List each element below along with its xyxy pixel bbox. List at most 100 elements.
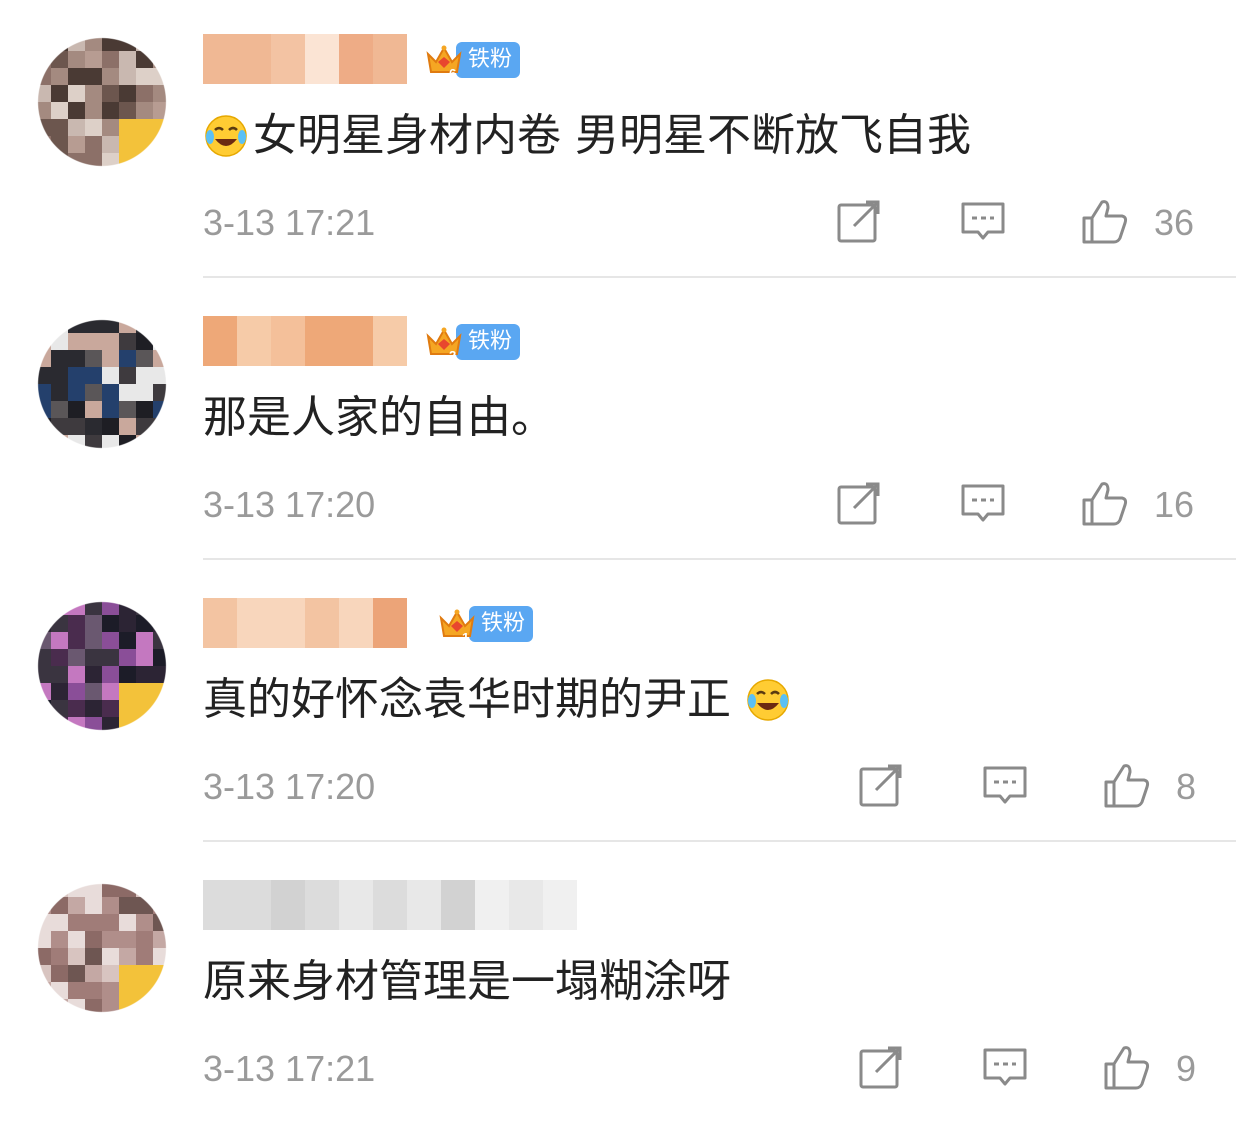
avatar-pixel: [153, 85, 170, 102]
avatar-pixel: [34, 666, 51, 683]
comment-text: 那是人家的自由。: [203, 388, 555, 448]
avatar-pixel: [34, 615, 51, 632]
avatar-pixel: [136, 418, 153, 435]
fan-badge[interactable]: 1 铁粉: [437, 604, 534, 644]
username-blurred[interactable]: [203, 34, 407, 84]
username-pixel: [475, 880, 509, 930]
avatar-pixel: [153, 136, 170, 153]
thumbs-up-icon[interactable]: [1102, 760, 1152, 810]
share-icon[interactable]: [834, 478, 884, 528]
avatar-pixel: [68, 418, 85, 435]
avatar-pixel: [34, 717, 51, 734]
avatar-pixel: [51, 102, 68, 119]
avatar-pixel: [51, 880, 68, 897]
avatar-pixel: [85, 982, 102, 999]
like-count: 9: [1176, 1048, 1197, 1089]
avatar-pixel: [51, 632, 68, 649]
share-icon[interactable]: [856, 760, 906, 810]
avatar-pixel: [119, 700, 136, 717]
avatar-pixel: [51, 68, 68, 85]
avatar-pixel: [85, 136, 102, 153]
avatar-pixel: [51, 683, 68, 700]
avatar-pixel: [68, 316, 85, 333]
comment-icon[interactable]: [958, 478, 1008, 528]
share-icon[interactable]: [834, 196, 884, 246]
username-pixel: [305, 316, 339, 366]
avatar-pixel: [136, 880, 153, 897]
like-count: 16: [1154, 484, 1195, 525]
avatar-pixel: [85, 880, 102, 897]
thumbs-up-icon[interactable]: [1080, 478, 1130, 528]
avatar-pixel: [85, 85, 102, 102]
avatar-pixel: [153, 401, 170, 418]
avatar-pixel: [153, 666, 170, 683]
comment-text-content: 女明星身材内卷 男明星不断放飞自我: [253, 110, 971, 161]
divider: [203, 276, 1236, 278]
avatar-pixel: [136, 136, 153, 153]
username-blurred[interactable]: [203, 316, 407, 366]
comment-icon[interactable]: [980, 1042, 1030, 1092]
fan-badge-label: 铁粉: [456, 324, 521, 360]
avatar[interactable]: [34, 880, 170, 1016]
avatar-pixel: [85, 153, 102, 170]
avatar-pixel: [85, 598, 102, 615]
avatar-pixel: [102, 136, 119, 153]
avatar-pixel: [119, 598, 136, 615]
avatar-pixel: [102, 119, 119, 136]
avatar-pixel: [85, 965, 102, 982]
username-pixel: [509, 880, 543, 930]
avatar-pixel: [34, 982, 51, 999]
avatar-pixel: [51, 333, 68, 350]
avatar-pixel: [153, 948, 170, 965]
avatar[interactable]: [34, 34, 170, 170]
comment-item: 1 铁粉 真的好怀念袁华时期的尹正 3-13 17:20 8: [0, 564, 1236, 846]
username-pixel: [305, 598, 339, 648]
comment-text: 真的好怀念袁华时期的尹正: [203, 670, 791, 730]
comment-time: 3-13 17:21: [203, 202, 376, 243]
avatar-pixel: [34, 51, 51, 68]
avatar-pixel: [85, 435, 102, 452]
avatar[interactable]: [34, 598, 170, 734]
comment-time: 3-13 17:21: [203, 1048, 376, 1089]
avatar-pixel: [51, 931, 68, 948]
avatar-pixel: [34, 316, 51, 333]
avatar-pixel: [85, 666, 102, 683]
avatar-pixel: [153, 418, 170, 435]
avatar-pixel: [34, 418, 51, 435]
comment-icon[interactable]: [980, 760, 1030, 810]
avatar-pixel: [136, 119, 153, 136]
avatar-pixel: [153, 153, 170, 170]
username-pixel: [543, 880, 577, 930]
laughing-tears-emoji-icon: [205, 115, 247, 157]
username-pixel: [203, 880, 237, 930]
comment-icon[interactable]: [958, 196, 1008, 246]
avatar-pixel: [119, 119, 136, 136]
avatar-pixel: [136, 649, 153, 666]
avatar-pixel: [102, 401, 119, 418]
fan-badge[interactable]: 6 铁粉: [424, 40, 521, 80]
avatar-pixel: [34, 350, 51, 367]
avatar-pixel: [68, 384, 85, 401]
avatar-pixel: [102, 51, 119, 68]
username-pixel: [237, 316, 271, 366]
avatar-pixel: [34, 948, 51, 965]
thumbs-up-icon[interactable]: [1102, 1042, 1152, 1092]
thumbs-up-icon[interactable]: [1080, 196, 1130, 246]
fan-badge[interactable]: 2 铁粉: [424, 322, 521, 362]
username-pixel: [237, 34, 271, 84]
share-icon[interactable]: [856, 1042, 906, 1092]
avatar-pixel: [68, 51, 85, 68]
avatar-pixel: [34, 153, 51, 170]
username-blurred[interactable]: [203, 880, 577, 930]
comment-time: 3-13 17:20: [203, 766, 376, 807]
username-pixel: [237, 880, 271, 930]
comment-text: 女明星身材内卷 男明星不断放飞自我: [203, 106, 971, 166]
avatar-pixel: [136, 914, 153, 931]
username-blurred[interactable]: [203, 598, 407, 648]
username-pixel: [339, 880, 373, 930]
avatar-pixel: [136, 598, 153, 615]
avatar-pixel: [153, 649, 170, 666]
avatar-pixel: [136, 666, 153, 683]
avatar-pixel: [102, 384, 119, 401]
avatar[interactable]: [34, 316, 170, 452]
